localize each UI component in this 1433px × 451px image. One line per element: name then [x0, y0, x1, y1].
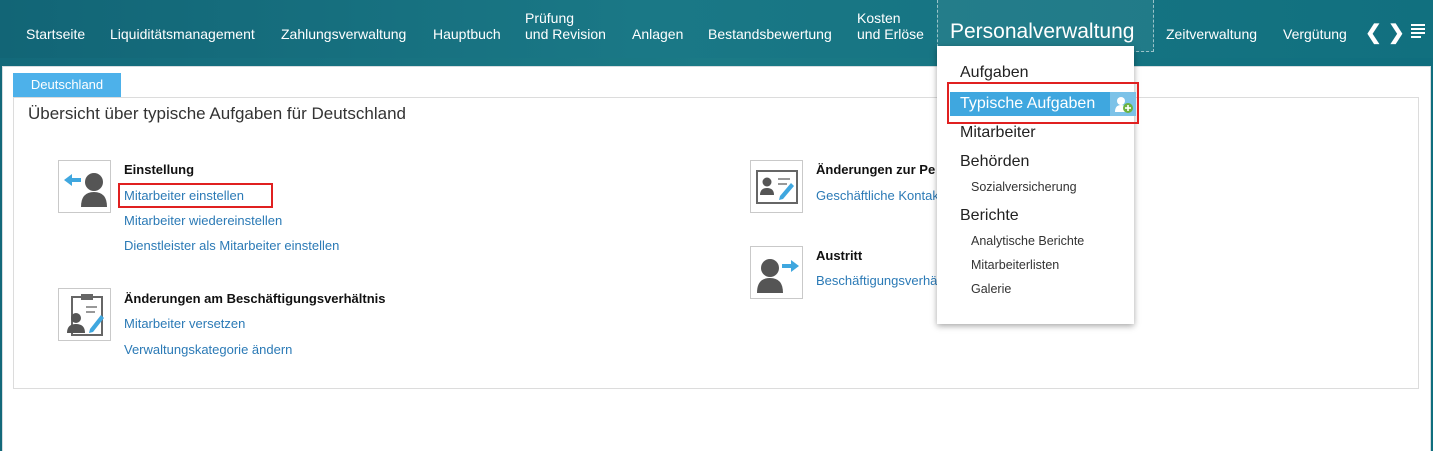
top-navigation: Startseite Liquiditätsmanagement Zahlung… — [0, 0, 1433, 58]
menu-item-berichte[interactable]: Berichte — [960, 207, 1019, 225]
nav-pruefung-revision[interactable]: Prüfung und Revision — [525, 10, 606, 68]
highlight-frame — [118, 183, 273, 208]
personal-data-change-icon — [750, 160, 803, 213]
group-heading-einstellung: Einstellung — [124, 162, 195, 177]
menu-item-behoerden[interactable]: Behörden — [960, 153, 1029, 171]
nav-kosten-line2: und Erlöse — [857, 26, 924, 42]
link-verwaltungskategorie-aendern[interactable]: Verwaltungskategorie ändern — [124, 342, 292, 357]
menu-item-analytische-berichte[interactable]: Analytische Berichte — [971, 234, 1084, 248]
nav-prev-arrow-icon[interactable]: ❮ — [1365, 20, 1382, 45]
nav-personalverwaltung-label: Personalverwaltung — [950, 20, 1135, 43]
nav-pruefung-line2: und Revision — [525, 26, 606, 42]
group-heading-aenderungen-person: Änderungen zur Pe — [816, 162, 936, 177]
link-geschaeftliche-kontaktdaten[interactable]: Geschäftliche Kontak — [816, 188, 939, 203]
nav-kosten-erloese[interactable]: Kosten und Erlöse — [857, 10, 924, 68]
hire-employee-icon — [58, 160, 111, 213]
menu-item-galerie[interactable]: Galerie — [971, 282, 1011, 296]
nav-personalverwaltung[interactable]: Personalverwaltung — [937, 0, 1154, 52]
tab-deutschland[interactable]: Deutschland — [13, 73, 121, 97]
nav-next-arrow-icon[interactable]: ❯ — [1388, 20, 1405, 45]
menu-item-mitarbeiter[interactable]: Mitarbeiter — [960, 124, 1036, 142]
group-heading-aenderungen-beschaeftigung: Änderungen am Beschäftigungsverhältnis — [124, 291, 386, 306]
menu-item-aufgaben[interactable]: Aufgaben — [960, 64, 1029, 82]
link-mitarbeiter-wiedereinstellen[interactable]: Mitarbeiter wiedereinstellen — [124, 213, 282, 228]
link-dienstleister-einstellen[interactable]: Dienstleister als Mitarbeiter einstellen — [124, 238, 339, 253]
group-heading-austritt: Austritt — [816, 248, 863, 263]
page-title: Übersicht über typische Aufgaben für Deu… — [28, 104, 407, 123]
menu-item-sozialversicherung[interactable]: Sozialversicherung — [971, 180, 1077, 194]
menu-item-mitarbeiterlisten[interactable]: Mitarbeiterlisten — [971, 258, 1059, 272]
link-beschaeftigungsverhaeltnis-beenden[interactable]: Beschäftigungsverhä — [816, 273, 937, 288]
employment-change-icon — [58, 288, 111, 341]
nav-kosten-line1: Kosten — [857, 10, 901, 26]
highlight-frame-menu — [947, 82, 1139, 124]
link-mitarbeiter-versetzen[interactable]: Mitarbeiter versetzen — [124, 316, 245, 331]
menu-icon[interactable] — [1411, 24, 1425, 38]
nav-pruefung-line1: Prüfung — [525, 10, 575, 26]
termination-icon — [750, 246, 803, 299]
